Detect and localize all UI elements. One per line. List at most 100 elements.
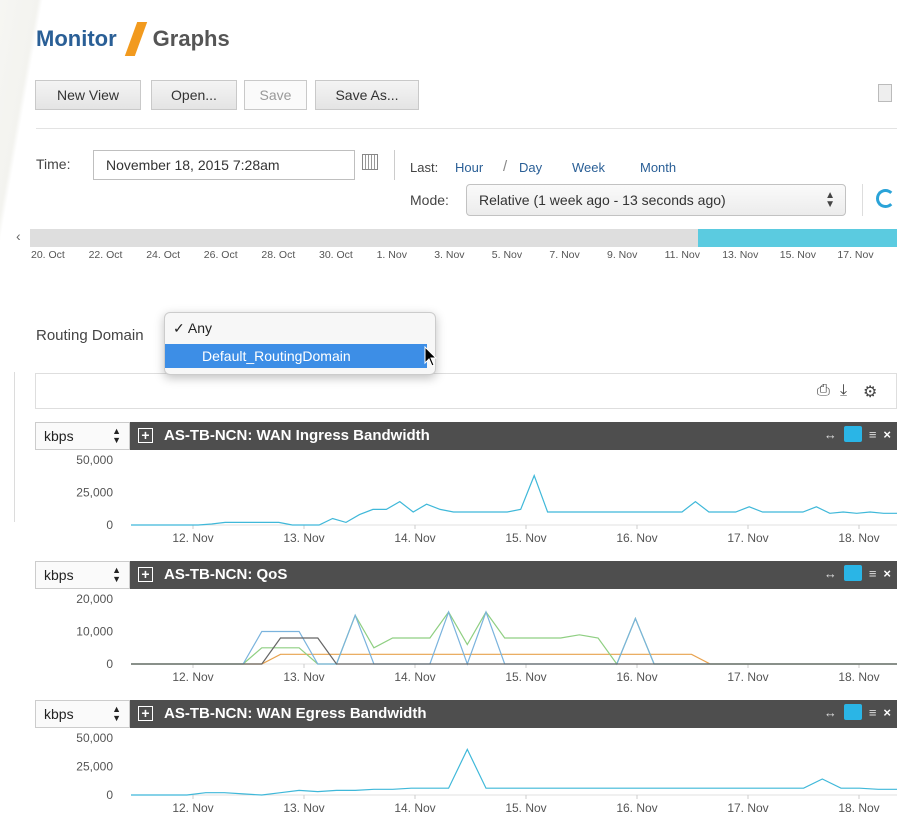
time-label: Time: [36,156,71,172]
timeline-label: 5. Nov [491,249,523,261]
x-tick-label: 13. Nov [283,670,324,684]
range-month-link[interactable]: Month [640,160,676,175]
close-icon[interactable]: × [883,566,891,581]
x-tick-label: 12. Nov [172,531,213,545]
graph-header: kbps ▲ ▼ + AS-TB-NCN: QoS ↔ ≡ × [35,561,897,589]
calendar-icon[interactable] [362,154,378,170]
save-as-button[interactable]: Save As... [315,80,419,110]
new-view-button[interactable]: New View [35,80,141,110]
unit-select[interactable]: kbps ▲ ▼ [35,561,130,589]
range-separator: / [503,158,508,175]
timeline-label: 15. Nov [779,249,816,261]
timeline-label: 11. Nov [664,249,701,261]
divider [36,128,897,129]
expand-icon[interactable]: + [138,428,153,443]
unit-value: kbps [44,428,74,444]
mode-select[interactable]: Relative (1 week ago - 13 seconds ago) ▲… [466,184,846,216]
x-tick-label: 14. Nov [394,801,435,815]
refresh-icon[interactable] [876,189,895,208]
divider [394,150,395,180]
select-arrows-icon: ▲ ▼ [112,426,121,445]
graph-chart: 20,000 10,000 0 12. Nov 13. Nov 14. Nov 15. No… [76,592,897,684]
y-tick-label: 50,000 [76,453,113,467]
settings-icon[interactable]: ⚙ [863,382,880,401]
graph-chart: 50,000 25,000 0 12. Nov 13. Nov 14. Nov 15. No… [76,453,897,545]
x-tick-label: 17. Nov [727,531,768,545]
y-tick-label: 0 [106,657,113,671]
breadcrumb-monitor[interactable]: Monitor [36,26,117,52]
dropdown-option-any[interactable]: ✓ Any [173,320,212,337]
timeline-scroll-left-icon[interactable]: ‹ [16,228,21,244]
y-tick-label: 50,000 [76,731,113,745]
timeline-label: 28. Oct [261,249,296,261]
menu-icon[interactable]: ≡ [869,427,877,442]
resize-icon[interactable]: ↔ [824,705,837,720]
timeline-label: 13. Nov [722,249,759,261]
graph-title: AS-TB-NCN: WAN Ingress Bandwidth [164,427,430,444]
range-hour-link[interactable]: Hour [455,160,483,175]
x-tick-label: 18. Nov [838,531,879,545]
expand-icon[interactable]: + [138,706,153,721]
x-tick-label: 16. Nov [616,801,657,815]
graph-header: kbps ▲ ▼ + AS-TB-NCN: WAN Ingress Bandwidt… [35,422,897,450]
x-tick-label: 15. Nov [505,670,546,684]
trash-icon[interactable] [878,84,892,102]
range-week-link[interactable]: Week [572,160,605,175]
calendar-icon[interactable] [843,426,862,442]
save-button[interactable]: Save [244,80,307,110]
timeline-label: 1. Nov [376,249,407,261]
expand-icon[interactable]: + [138,567,153,582]
x-tick-label: 15. Nov [505,801,546,815]
resize-icon[interactable]: ↔ [824,566,837,581]
close-icon[interactable]: × [883,705,891,720]
menu-icon[interactable]: ≡ [869,566,877,581]
timeline-selection[interactable] [697,229,897,247]
unit-select[interactable]: kbps ▲ ▼ [35,700,130,728]
menu-icon[interactable]: ≡ [869,705,877,720]
x-tick-label: 14. Nov [394,531,435,545]
timeline-label: 22. Oct [88,249,123,261]
x-tick-label: 14. Nov [394,670,435,684]
calendar-icon[interactable] [843,565,862,581]
resize-icon[interactable]: ↔ [824,427,837,442]
y-tick-label: 0 [106,518,113,532]
range-day-link[interactable]: Day [519,160,542,175]
open-button[interactable]: Open... [151,80,237,110]
checkmark-icon: ✓ [173,320,185,336]
timeline-label: 3. Nov [434,249,465,261]
graph-title: AS-TB-NCN: QoS [164,566,288,583]
select-arrows-icon: ▲ ▼ [112,704,121,723]
breadcrumb: Monitor Graphs [36,22,230,56]
timeline-navigator[interactable] [30,229,897,247]
timeline-label: 24. Oct [146,249,181,261]
graph-title: AS-TB-NCN: WAN Egress Bandwidth [164,705,427,722]
timeline-label: 9. Nov [607,249,638,261]
mouse-cursor-icon [424,346,438,367]
x-tick-label: 16. Nov [616,531,657,545]
divider [14,372,15,522]
dropdown-option-default-routingdomain[interactable]: Default_RoutingDomain [165,344,427,368]
calendar-icon[interactable] [843,704,862,720]
y-tick-label: 10,000 [76,625,113,639]
date-input[interactable]: November 18, 2015 7:28am [93,150,355,180]
last-label: Last: [410,160,439,175]
unit-select[interactable]: kbps ▲ ▼ [35,422,130,450]
graph-header: kbps ▲ ▼ + AS-TB-NCN: WAN Egress Bandwidth… [35,700,897,728]
close-icon[interactable]: × [883,427,891,442]
x-tick-label: 17. Nov [727,670,768,684]
routing-domain-label: Routing Domain [36,327,144,344]
x-tick-label: 17. Nov [727,801,768,815]
series-line [131,473,897,526]
routing-domain-dropdown[interactable]: ✓ Any Default_RoutingDomain [164,312,436,375]
breadcrumb-separator [124,22,147,56]
x-tick-label: 12. Nov [172,670,213,684]
mode-select-value: Relative (1 week ago - 13 seconds ago) [479,192,726,208]
unit-value: kbps [44,706,74,722]
timeline-label: 17. Nov [837,249,874,261]
download-icon[interactable]: ⤓ [840,382,857,399]
print-icon[interactable]: ⎙ [817,382,834,399]
graph-header-icons: ↔ ≡ × [824,565,891,581]
divider [862,184,863,216]
unit-value: kbps [44,567,74,583]
timeline-label: 20. Oct [31,249,65,261]
